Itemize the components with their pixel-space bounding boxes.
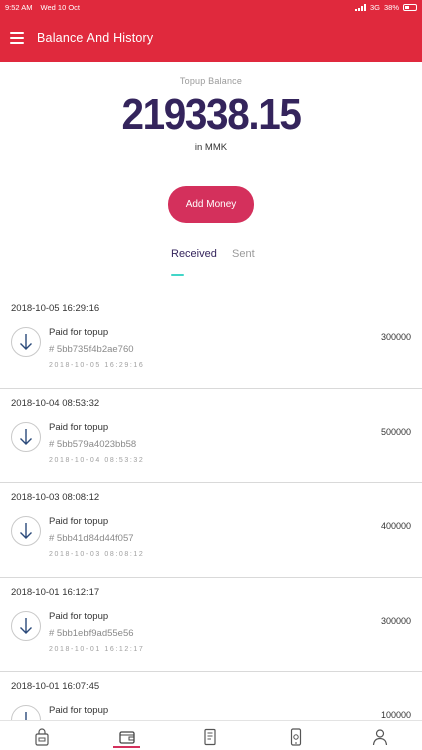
transaction-amount: 300000 (380, 615, 411, 626)
transaction-time: 2018-10-03 08:08:12 (49, 551, 145, 558)
battery-percent: 38% (383, 2, 399, 12)
status-time: 9:52 AM (5, 2, 33, 12)
transaction-ref: # 5bb579a4023bb58 (49, 438, 137, 450)
group-date: 2018-10-05 16:29:16 (11, 303, 100, 314)
transaction-time: 2018-10-05 16:29:16 (49, 362, 145, 369)
add-money-button[interactable]: Add Money (168, 186, 254, 223)
transaction-time: 2018-10-01 16:12:17 (49, 645, 145, 653)
balance-section: Topup Balance 219338.15 in MMK Add Money (0, 62, 422, 223)
transaction-amount: 400000 (380, 521, 411, 531)
network-type: 3G (369, 2, 380, 12)
transaction-title: Paid for topup (49, 705, 109, 716)
document-icon[interactable] (200, 727, 220, 747)
shopping-bag-icon[interactable] (32, 727, 52, 747)
list-item[interactable]: 2018-10-03 08:08:12 Paid for topup # 5bb… (0, 483, 422, 578)
transaction-ref: # 5bb1ebf9ad55e56 (49, 627, 134, 639)
arrow-down-icon (11, 516, 41, 546)
arrow-down-icon (11, 421, 41, 452)
app-bar: Balance And History (0, 14, 422, 62)
tab-received[interactable]: Received (171, 248, 217, 260)
transaction-title: Paid for topup (49, 516, 109, 527)
transaction-amount: 100000 (380, 710, 411, 720)
balance-currency: in MMK (194, 142, 228, 153)
balance-label: Topup Balance (179, 76, 243, 86)
page-title: Balance And History (37, 31, 154, 45)
arrow-down-icon (11, 327, 41, 357)
list-item[interactable]: 2018-10-01 16:12:17 Paid for topup # 5bb… (0, 578, 422, 672)
hamburger-menu-icon[interactable] (10, 32, 24, 44)
transaction-list: 2018-10-05 16:29:16 Paid for topup # 5bb… (0, 294, 422, 750)
signal-icon (354, 3, 366, 11)
status-date: Wed 10 Oct (40, 2, 80, 12)
transaction-amount: 300000 (380, 332, 411, 342)
tab-sent[interactable]: Sent (232, 248, 255, 260)
transaction-time: 2018-10-04 08:53:32 (49, 456, 145, 464)
arrow-down-icon (11, 610, 41, 641)
group-date: 2018-10-01 16:12:17 (11, 586, 100, 598)
group-date: 2018-10-01 16:07:45 (11, 681, 100, 692)
transaction-amount: 500000 (380, 426, 411, 437)
status-right: 3G 38% (354, 2, 417, 12)
transaction-title: Paid for topup (49, 421, 109, 433)
balance-amount: 219338.15 (121, 90, 302, 139)
status-bar: 9:52 AM Wed 10 Oct 3G 38% (0, 0, 422, 14)
transaction-title: Paid for topup (49, 610, 109, 622)
transaction-ref: # 5bb41d84d44f057 (49, 533, 134, 544)
battery-icon (403, 3, 417, 11)
active-tab-indicator (171, 274, 184, 276)
group-date: 2018-10-04 08:53:32 (11, 397, 100, 409)
list-item[interactable]: 2018-10-04 08:53:32 Paid for topup # 5bb… (0, 389, 422, 483)
phone-topup-icon[interactable] (286, 727, 306, 747)
bottom-nav (0, 720, 422, 750)
wallet-icon[interactable] (117, 727, 137, 747)
profile-icon[interactable] (370, 727, 390, 747)
history-tabs: Received Sent (0, 248, 422, 278)
group-date: 2018-10-03 08:08:12 (11, 492, 100, 503)
list-item[interactable]: 2018-10-05 16:29:16 Paid for topup # 5bb… (0, 294, 422, 389)
transaction-title: Paid for topup (49, 327, 109, 338)
active-nav-indicator (113, 746, 140, 748)
transaction-ref: # 5bb735f4b2ae760 (49, 344, 134, 355)
